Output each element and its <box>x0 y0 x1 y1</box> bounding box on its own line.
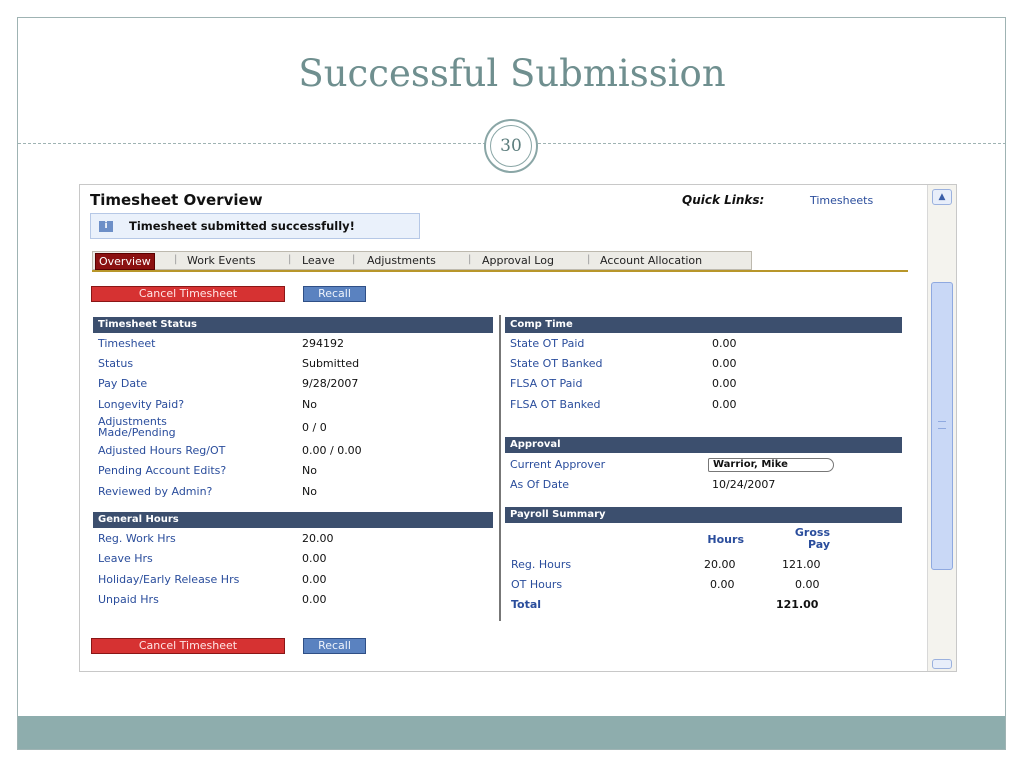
tab-adjustments[interactable]: Adjustments <box>367 254 436 267</box>
tab-bar: Overview | Work Events | Leave | Adjustm… <box>92 251 752 270</box>
gross-pay-column-header: Gross Pay <box>794 526 830 551</box>
quick-link-timesheets[interactable]: Timesheets <box>810 194 873 207</box>
quick-links-label: Quick Links: <box>682 193 765 207</box>
timesheet-value: 294192 <box>302 337 344 350</box>
chevron-up-icon[interactable]: ▲ <box>932 189 952 205</box>
ot-hours-value: 0.00 <box>710 578 735 591</box>
reg-hours-value: 20.00 <box>704 558 736 571</box>
scroll-thumb[interactable] <box>931 282 953 570</box>
tab-overview[interactable]: Overview <box>95 253 155 270</box>
state-ot-banked-label: State OT Banked <box>510 357 603 370</box>
state-ot-paid-value: 0.00 <box>712 337 737 350</box>
unpaid-hrs-value: 0.00 <box>302 593 327 606</box>
reg-work-hrs-value: 20.00 <box>302 532 334 545</box>
page-title: Timesheet Overview <box>90 191 263 209</box>
as-of-date-label: As Of Date <box>510 478 570 491</box>
tab-work-events[interactable]: Work Events <box>187 254 256 267</box>
state-ot-banked-value: 0.00 <box>712 357 737 370</box>
timesheet-status-header: Timesheet Status <box>93 317 493 333</box>
unpaid-hrs-label: Unpaid Hrs <box>98 593 159 606</box>
reviewed-by-admin-label: Reviewed by Admin? <box>98 485 213 498</box>
recall-button-bottom[interactable]: Recall <box>303 638 366 654</box>
info-icon: i <box>99 221 113 232</box>
status-label: Status <box>98 357 134 370</box>
flsa-ot-banked-label: FLSA OT Banked <box>510 398 601 411</box>
flsa-ot-paid-value: 0.00 <box>712 377 737 390</box>
reg-work-hrs-label: Reg. Work Hrs <box>98 532 176 545</box>
tab-separator: | <box>288 254 292 265</box>
tab-account-allocation[interactable]: Account Allocation <box>600 254 702 267</box>
recall-button[interactable]: Recall <box>303 286 366 302</box>
reg-hours-label: Reg. Hours <box>511 558 572 571</box>
state-ot-paid-label: State OT Paid <box>510 337 585 350</box>
leave-hrs-value: 0.00 <box>302 552 327 565</box>
reviewed-by-admin-value: No <box>302 485 317 498</box>
holiday-hrs-value: 0.00 <box>302 573 327 586</box>
cancel-timesheet-button-bottom[interactable]: Cancel Timesheet <box>91 638 285 654</box>
timesheet-label: Timesheet <box>98 337 156 350</box>
adjustments-value: 0 / 0 <box>302 421 327 434</box>
status-value: Submitted <box>302 357 360 370</box>
tab-leave[interactable]: Leave <box>302 254 335 267</box>
general-hours-header: General Hours <box>93 512 493 528</box>
pending-account-edits-label: Pending Account Edits? <box>98 464 227 477</box>
tab-separator: | <box>352 254 356 265</box>
tab-separator: | <box>587 254 591 265</box>
footer-band <box>18 716 1005 749</box>
holiday-hrs-label: Holiday/Early Release Hrs <box>98 573 240 586</box>
tabs-underline <box>92 270 908 272</box>
pending-account-edits-value: No <box>302 464 317 477</box>
success-message: i Timesheet submitted successfully! <box>90 213 420 239</box>
adjusted-hours-value: 0.00 / 0.00 <box>302 444 362 457</box>
payroll-summary-header: Payroll Summary <box>505 507 902 523</box>
current-approver-label: Current Approver <box>510 458 606 471</box>
total-gross-value: 121.00 <box>776 598 819 611</box>
timesheet-screenshot: ▲ Timesheet Overview Quick Links: Timesh… <box>79 184 957 672</box>
reg-gross-value: 121.00 <box>782 558 821 571</box>
page-number-badge: 30 <box>484 119 538 173</box>
comp-time-header: Comp Time <box>505 317 902 333</box>
total-label: Total <box>511 598 542 611</box>
column-divider <box>499 315 501 621</box>
adjusted-hours-label: Adjusted Hours Reg/OT <box>98 444 226 457</box>
page-number: 30 <box>490 125 532 167</box>
ot-gross-value: 0.00 <box>795 578 820 591</box>
cancel-timesheet-button[interactable]: Cancel Timesheet <box>91 286 285 302</box>
success-message-text: Timesheet submitted successfully! <box>129 219 355 233</box>
slide-title: Successful Submission <box>298 52 726 95</box>
tab-separator: | <box>468 254 472 265</box>
tab-approval-log[interactable]: Approval Log <box>482 254 554 267</box>
approval-header: Approval <box>505 437 902 453</box>
pay-date-label: Pay Date <box>98 377 148 390</box>
longevity-paid-value: No <box>302 398 317 411</box>
flsa-ot-banked-value: 0.00 <box>712 398 737 411</box>
vertical-scrollbar[interactable]: ▲ <box>927 185 956 671</box>
scroll-down-button[interactable] <box>932 659 952 669</box>
flsa-ot-paid-label: FLSA OT Paid <box>510 377 583 390</box>
pay-date-value: 9/28/2007 <box>302 377 359 390</box>
leave-hrs-label: Leave Hrs <box>98 552 153 565</box>
hours-column-header: Hours <box>707 533 744 546</box>
grip-icon <box>938 421 946 429</box>
longevity-paid-label: Longevity Paid? <box>98 398 185 411</box>
current-approver-field: Warrior, Mike <box>708 458 834 472</box>
as-of-date-value: 10/24/2007 <box>712 478 776 491</box>
ot-hours-label: OT Hours <box>511 578 563 591</box>
tab-separator: | <box>174 254 178 265</box>
adjustments-label: Adjustments Made/Pending <box>98 415 176 439</box>
